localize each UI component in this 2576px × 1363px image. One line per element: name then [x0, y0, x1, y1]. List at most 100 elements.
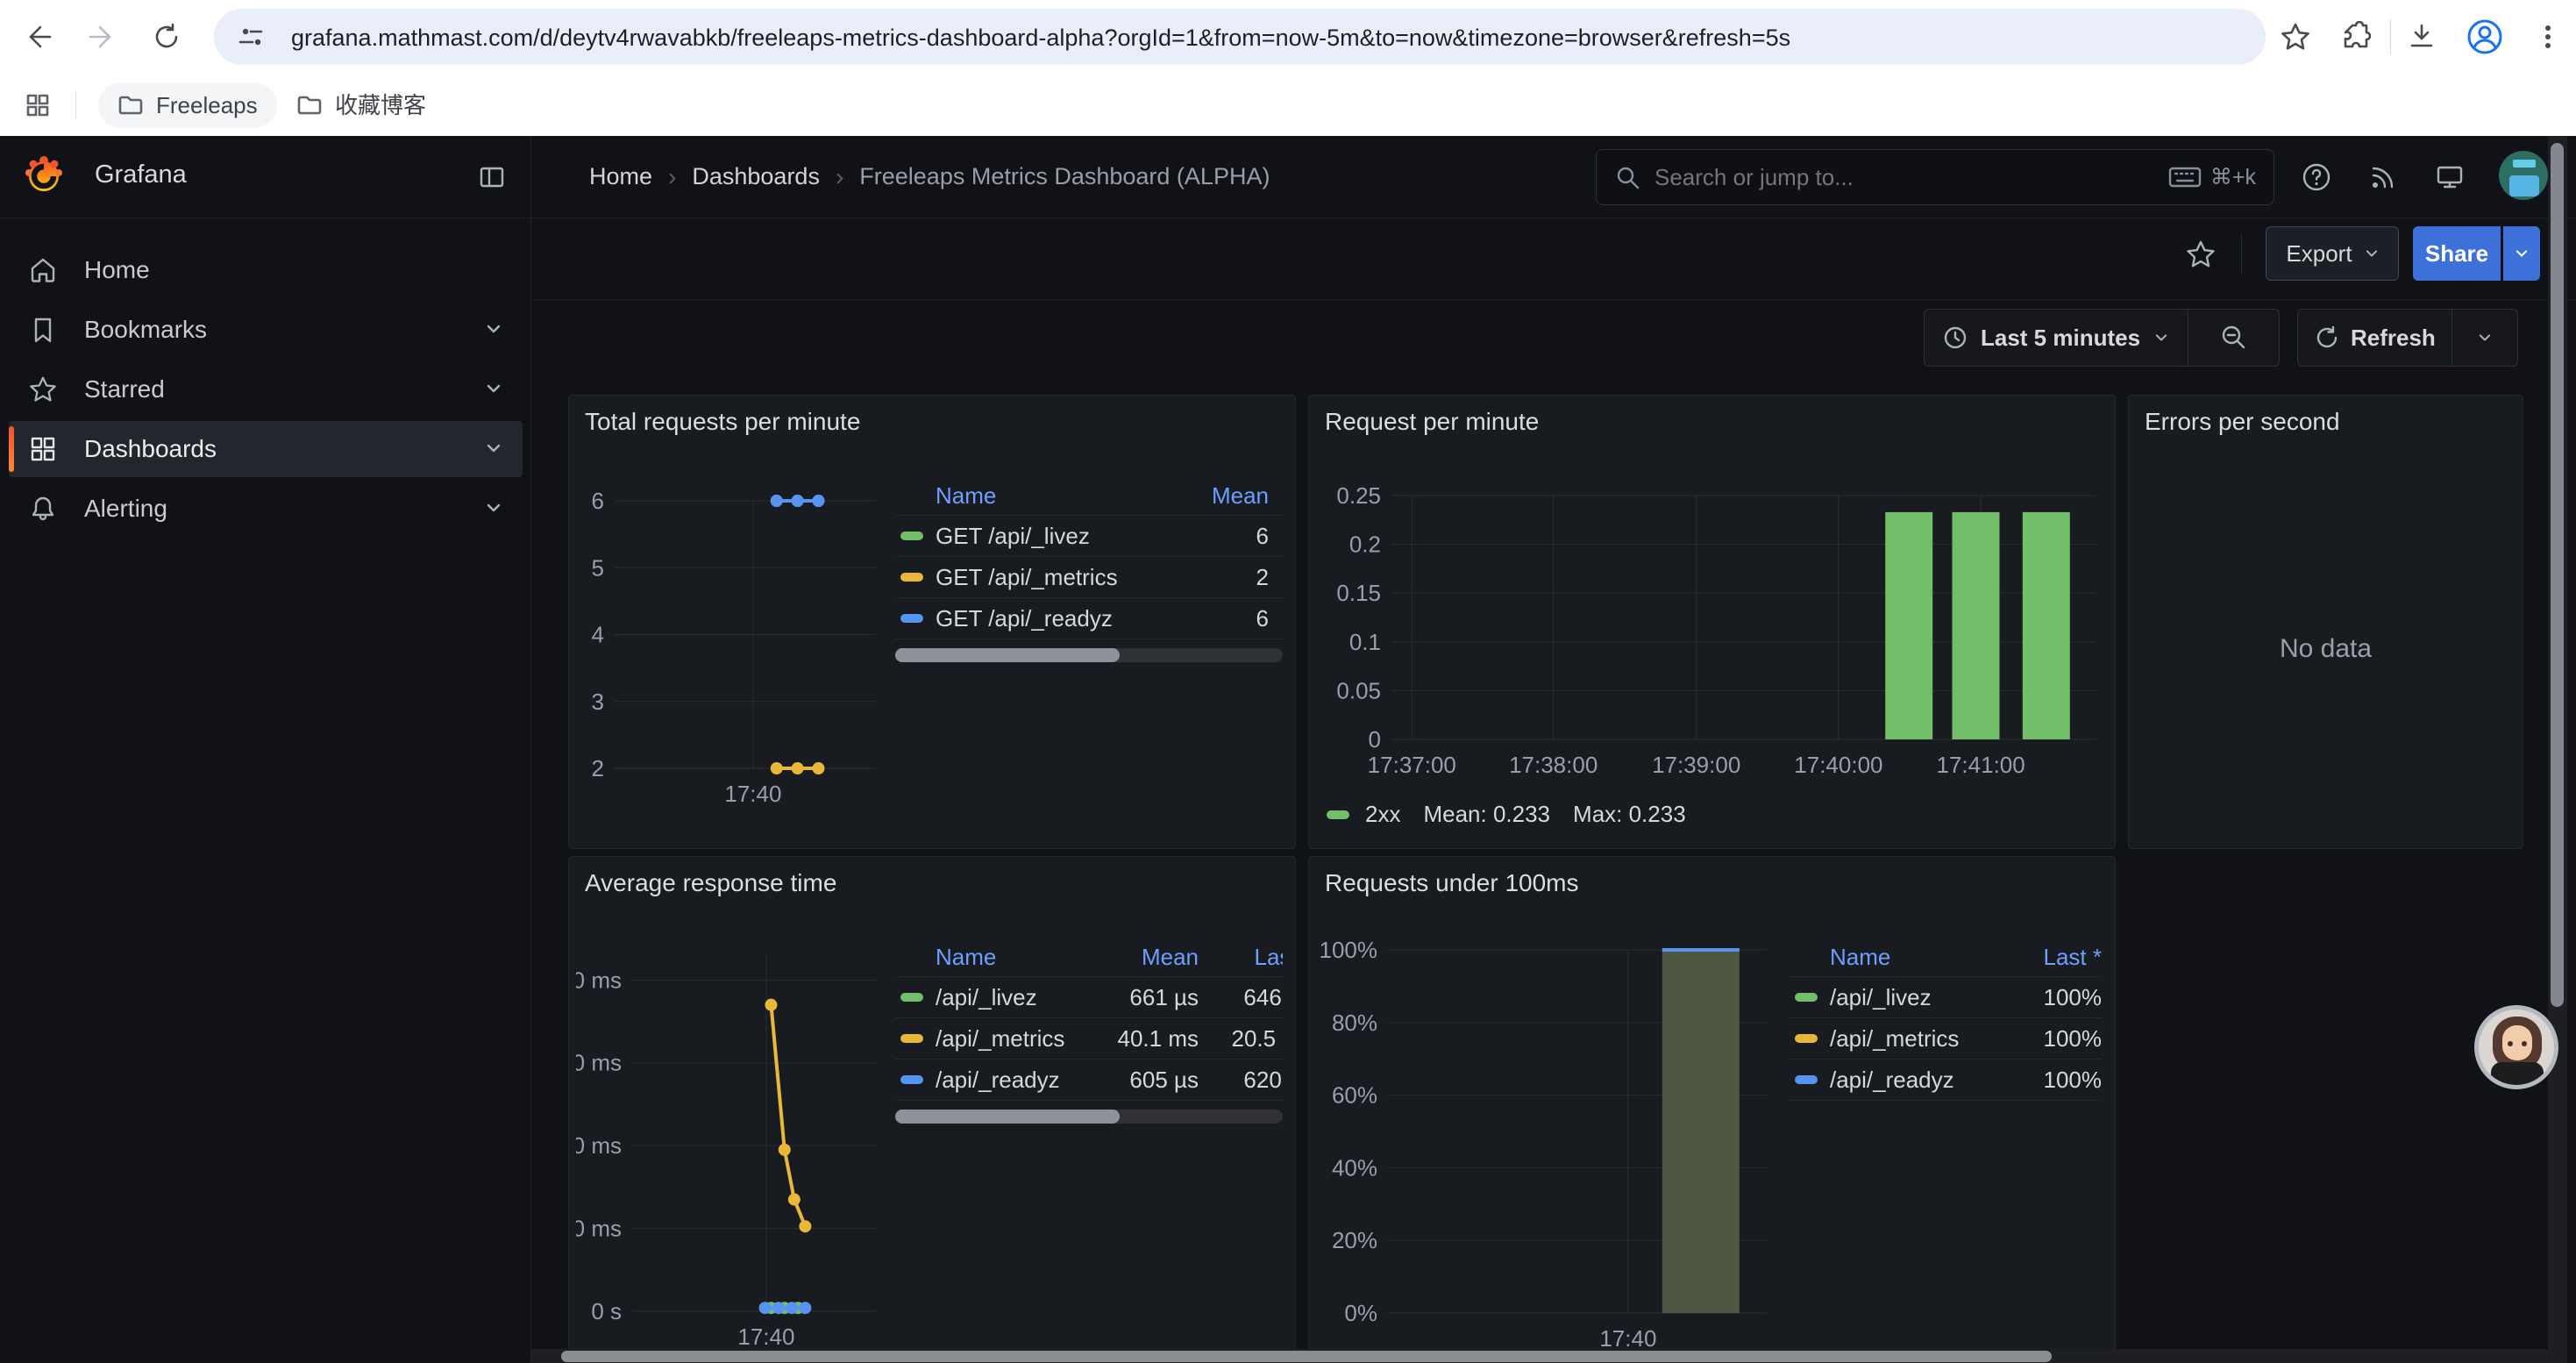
- chevron-down-icon[interactable]: [2154, 332, 2168, 343]
- download-icon[interactable]: [2406, 21, 2437, 53]
- sidebar-item-dashboards[interactable]: Dashboards: [9, 421, 523, 477]
- user-avatar[interactable]: [2499, 151, 2548, 200]
- share-menu-button[interactable]: [2503, 226, 2540, 281]
- legend-column-header[interactable]: Last *: [2014, 944, 2102, 971]
- svg-text:40%: 40%: [1332, 1154, 1377, 1181]
- legend-row[interactable]: GET /api/_readyz6: [895, 597, 1283, 639]
- bookmark-folder-freeleaps[interactable]: Freeleaps: [98, 82, 277, 128]
- assistant-avatar[interactable]: [2474, 1005, 2558, 1089]
- legend-scrollbar-thumb[interactable]: [895, 648, 1120, 662]
- breadcrumb-dashboards[interactable]: Dashboards: [692, 163, 820, 190]
- legend-row[interactable]: GET /api/_livez6: [895, 515, 1283, 556]
- svg-text:100%: 100%: [1320, 938, 1378, 963]
- reload-icon[interactable]: [151, 21, 182, 53]
- extensions-icon[interactable]: [2339, 21, 2371, 53]
- sidebar-item-starred[interactable]: Starred: [9, 361, 523, 417]
- svg-text:60%: 60%: [1332, 1082, 1377, 1109]
- sidebar-item-alerting[interactable]: Alerting: [9, 481, 523, 537]
- profile-icon[interactable]: [2466, 18, 2504, 56]
- refresh-group: Refresh: [2297, 309, 2518, 367]
- series-value: 6: [1163, 605, 1269, 632]
- time-range-label[interactable]: Last 5 minutes: [1981, 325, 2140, 352]
- series-name[interactable]: 2xx: [1365, 801, 1400, 828]
- bookmark-folder-label: Freeleaps: [156, 75, 258, 137]
- no-data-message: No data: [2129, 634, 2523, 664]
- svg-text:0.2: 0.2: [1349, 532, 1381, 558]
- kiosk-monitor-icon[interactable]: [2434, 161, 2466, 193]
- horizontal-scrollbar-thumb[interactable]: [561, 1351, 2052, 1362]
- chevron-down-icon[interactable]: [486, 382, 502, 395]
- breadcrumb-home[interactable]: Home: [589, 163, 652, 190]
- legend-column-header[interactable]: Name: [1790, 944, 2014, 971]
- help-icon[interactable]: [2301, 161, 2332, 193]
- grafana-app: Grafana Home › Dashboards › Freeleaps Me…: [0, 136, 2576, 1363]
- series-name: GET /api/_metrics: [936, 564, 1163, 591]
- legend-row[interactable]: /api/_readyz100%: [1790, 1059, 2102, 1101]
- sidebar-item-home[interactable]: Home: [9, 242, 523, 298]
- browser-menu-icon[interactable]: [2532, 21, 2564, 53]
- legend-column-header[interactable]: Mean: [1093, 944, 1199, 971]
- share-button[interactable]: Share: [2413, 226, 2501, 281]
- bookmark-folder-blogs[interactable]: 收藏博客: [277, 82, 445, 128]
- legend-row[interactable]: /api/_readyz605 µs620 µs: [895, 1059, 1283, 1101]
- legend-row[interactable]: /api/_metrics100%: [1790, 1017, 2102, 1059]
- panel-title[interactable]: Average response time: [585, 869, 836, 897]
- panel-total-requests: Total requests per minute 6543217:40 Nam…: [568, 395, 1296, 849]
- legend-scrollbar[interactable]: [895, 1110, 1283, 1124]
- svg-text:4: 4: [592, 622, 604, 648]
- grafana-logo-icon[interactable]: [23, 153, 65, 196]
- legend-column-header[interactable]: Name: [895, 944, 1093, 971]
- panel-request-per-minute: Request per minute 0.250.20.150.10.05017…: [1308, 395, 2116, 849]
- legend-row[interactable]: /api/_livez100%: [1790, 976, 2102, 1017]
- svg-text:0: 0: [1369, 726, 1381, 753]
- chevron-down-icon[interactable]: [2478, 332, 2492, 343]
- legend-column-header[interactable]: Name: [895, 482, 1163, 510]
- sidebar-item-bookmarks[interactable]: Bookmarks: [9, 302, 523, 358]
- back-icon[interactable]: [23, 21, 54, 53]
- svg-text:17:38:00: 17:38:00: [1509, 752, 1598, 778]
- bookmark-star-icon[interactable]: [2280, 21, 2311, 53]
- panel-title[interactable]: Errors per second: [2145, 408, 2340, 436]
- refresh-icon[interactable]: [2314, 325, 2340, 351]
- svg-text:0.05: 0.05: [1336, 677, 1381, 703]
- apps-grid-icon[interactable]: [25, 92, 51, 118]
- time-range-group: Last 5 minutes: [1924, 309, 2280, 367]
- legend-row[interactable]: GET /api/_metrics2: [895, 556, 1283, 597]
- svg-text:0.15: 0.15: [1336, 580, 1381, 606]
- url-bar[interactable]: [214, 9, 2266, 65]
- search-input[interactable]: [1653, 163, 2077, 192]
- legend-scrollbar[interactable]: [895, 648, 1283, 662]
- legend-row[interactable]: /api/_livez661 µs646 µs: [895, 976, 1283, 1017]
- refresh-label[interactable]: Refresh: [2351, 325, 2436, 352]
- tune-icon[interactable]: [235, 21, 267, 53]
- export-button[interactable]: Export: [2266, 226, 2399, 281]
- search-box[interactable]: ⌘+k: [1596, 149, 2274, 205]
- bookmarks-divider: [75, 91, 76, 119]
- series-swatch: [900, 573, 923, 582]
- chevron-down-icon[interactable]: [486, 502, 502, 514]
- legend-row[interactable]: /api/_metrics40.1 ms20.5 ms: [895, 1017, 1283, 1059]
- panel-title[interactable]: Request per minute: [1325, 408, 1539, 436]
- rss-icon[interactable]: [2367, 161, 2399, 193]
- forward-icon[interactable]: [86, 21, 117, 53]
- url-input[interactable]: [289, 9, 2204, 67]
- favorite-star-icon[interactable]: [2185, 239, 2217, 270]
- svg-text:2: 2: [592, 755, 604, 781]
- grafana-brand[interactable]: Grafana: [95, 161, 187, 189]
- series-name: /api/_metrics: [1830, 1025, 2014, 1053]
- sidebar-item-label: Starred: [84, 375, 165, 403]
- collapse-sidebar-icon[interactable]: [478, 163, 506, 191]
- svg-text:0.1: 0.1: [1349, 629, 1381, 655]
- vertical-scrollbar-thumb[interactable]: [2551, 143, 2564, 1007]
- svg-text:80%: 80%: [1332, 1010, 1377, 1036]
- legend-scrollbar-thumb[interactable]: [895, 1110, 1120, 1124]
- legend-inline[interactable]: 2xx Mean: 0.233 Max: 0.233: [1327, 801, 1686, 828]
- chevron-down-icon[interactable]: [486, 323, 502, 335]
- chevron-down-icon[interactable]: [486, 442, 502, 454]
- sidebar-item-label: Alerting: [84, 495, 167, 523]
- panel-title[interactable]: Requests under 100ms: [1325, 869, 1579, 897]
- zoom-out-icon[interactable]: [2220, 324, 2248, 352]
- legend-column-header[interactable]: Last *: [1199, 944, 1283, 971]
- panel-title[interactable]: Total requests per minute: [585, 408, 860, 436]
- legend-column-header[interactable]: Mean: [1163, 482, 1269, 510]
